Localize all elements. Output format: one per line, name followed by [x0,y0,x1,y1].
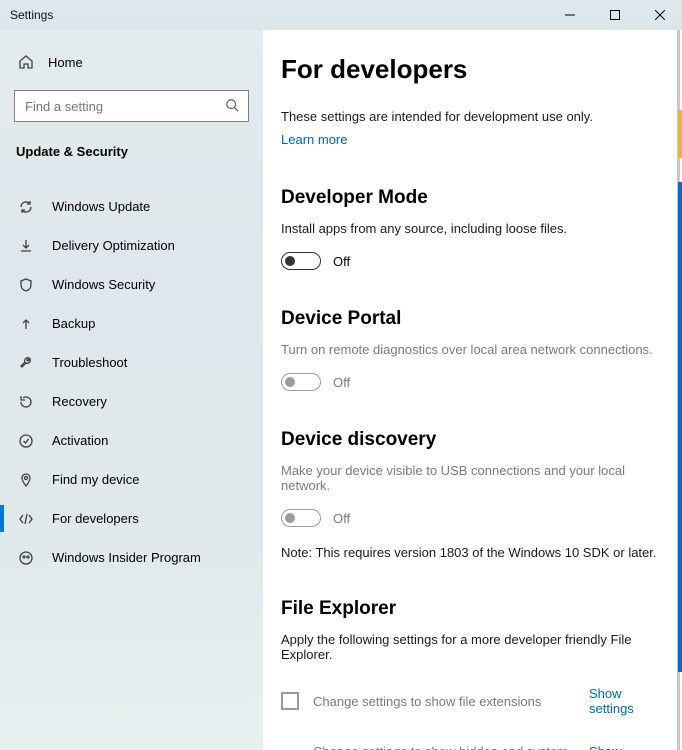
code-icon [18,511,34,527]
file-explorer-item-label: Change settings to show file extensions [313,694,575,709]
file-explorer-list: Change settings to show file extensions S… [281,686,664,750]
show-settings-link[interactable]: Show settings [589,686,664,716]
file-explorer-item-label: Change settings to show hidden and syste… [313,744,575,750]
window-controls [547,0,682,30]
close-button[interactable] [637,0,682,30]
location-icon [18,472,34,488]
file-explorer-row: Change settings to show hidden and syste… [281,744,664,750]
sidebar-item-label: Windows Security [52,277,155,292]
show-settings-link[interactable]: Show settings [589,744,664,750]
sidebar-list: Windows Update Delivery Optimization Win… [0,187,263,577]
sidebar: Home Update & Security Windows Update [0,30,263,750]
sidebar-item-label: Recovery [52,394,107,409]
search-box[interactable] [14,90,249,122]
file-explorer-desc: Apply the following settings for a more … [281,632,664,662]
sidebar-item-windows-security[interactable]: Windows Security [0,265,263,304]
developer-mode-desc: Install apps from any source, including … [281,221,664,236]
sidebar-item-label: Delivery Optimization [52,238,175,253]
sidebar-item-backup[interactable]: Backup [0,304,263,343]
sidebar-item-delivery-optimization[interactable]: Delivery Optimization [0,226,263,265]
checkbox[interactable] [281,692,299,710]
main-panel: For developers These settings are intend… [263,30,682,750]
sidebar-item-label: Find my device [52,472,139,487]
device-discovery-heading: Device discovery [281,429,664,451]
sidebar-item-windows-update[interactable]: Windows Update [0,187,263,226]
device-portal-heading: Device Portal [281,308,664,330]
device-portal-state: Off [333,375,350,390]
device-discovery-state: Off [333,511,350,526]
device-discovery-toggle [281,509,321,527]
download-icon [18,238,34,254]
sidebar-item-label: Troubleshoot [52,355,127,370]
content-scroll[interactable]: For developers These settings are intend… [263,30,682,750]
learn-more-link[interactable]: Learn more [281,132,347,147]
recovery-icon [18,394,34,410]
insider-icon [18,550,34,566]
developer-mode-state: Off [333,254,350,269]
file-explorer-heading: File Explorer [281,598,664,620]
device-portal-desc: Turn on remote diagnostics over local ar… [281,342,664,357]
sidebar-item-recovery[interactable]: Recovery [0,382,263,421]
sync-icon [18,199,34,215]
sidebar-item-for-developers[interactable]: For developers [0,499,263,538]
maximize-button[interactable] [592,0,637,30]
search-icon [225,98,241,114]
wrench-icon [18,355,34,371]
upload-icon [18,316,34,332]
sidebar-item-label: Backup [52,316,95,331]
accent-strip [678,182,682,672]
window-title: Settings [10,8,53,22]
sidebar-item-find-my-device[interactable]: Find my device [0,460,263,499]
home-nav[interactable]: Home [0,42,263,82]
home-icon [18,54,34,70]
intro-text: These settings are intended for developm… [281,109,664,124]
sidebar-item-label: Windows Insider Program [52,550,201,565]
device-discovery-note: Note: This requires version 1803 of the … [281,545,664,560]
sidebar-item-troubleshoot[interactable]: Troubleshoot [0,343,263,382]
file-explorer-row: Change settings to show file extensions S… [281,686,664,716]
minimize-button[interactable] [547,0,592,30]
developer-mode-toggle[interactable] [281,252,321,270]
shield-icon [18,277,34,293]
sidebar-item-windows-insider[interactable]: Windows Insider Program [0,538,263,577]
sidebar-item-label: Windows Update [52,199,150,214]
search-input[interactable] [14,90,249,122]
home-label: Home [48,55,83,70]
sidebar-item-label: Activation [52,433,108,448]
device-discovery-desc: Make your device visible to USB connecti… [281,463,664,493]
check-circle-icon [18,433,34,449]
sidebar-item-activation[interactable]: Activation [0,421,263,460]
sidebar-item-label: For developers [52,511,139,526]
developer-mode-heading: Developer Mode [281,187,664,209]
page-title: For developers [281,54,664,85]
settings-window: Settings Home [0,0,682,750]
device-portal-toggle [281,373,321,391]
accent-strip [678,110,682,158]
titlebar: Settings [0,0,682,30]
category-heading: Update & Security [0,130,263,169]
